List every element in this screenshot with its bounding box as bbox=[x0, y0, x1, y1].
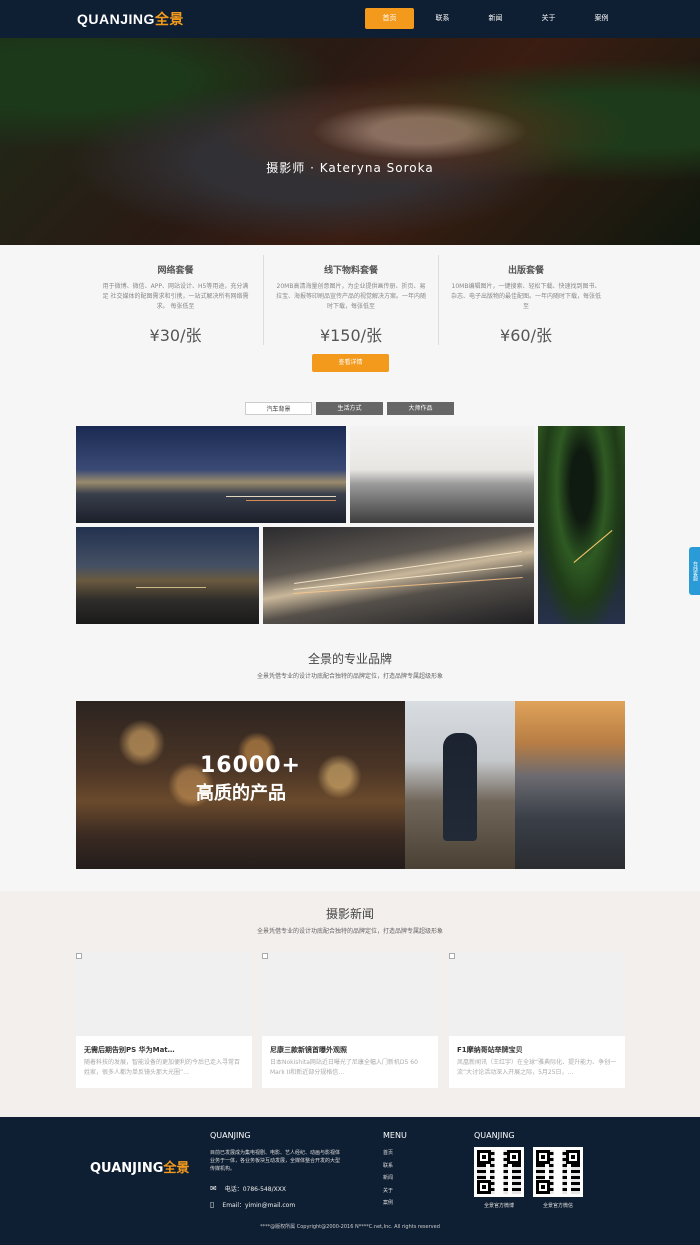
package-card: 出版套餐 10MB编辑图片，一键搜索、轻松下载、快速找到图书、杂志、电子出版物的… bbox=[438, 255, 613, 345]
news-title[interactable]: 尼康三款新镜首曝外观照 bbox=[262, 1036, 438, 1055]
footer-menu-home[interactable]: 首页 bbox=[383, 1147, 393, 1160]
broken-image-icon bbox=[449, 953, 455, 959]
news-section-subtitle: 全景凭借专业的设计功底配合独特的品牌定位，打造品牌专属超级形象 bbox=[256, 928, 443, 935]
news-excerpt: 日本Nokishita网站近日曝光了尼康全幅入门新机D5 60 Mark II和… bbox=[270, 1059, 418, 1076]
news-title[interactable]: F1摩纳哥站举牌宝贝 bbox=[449, 1036, 625, 1055]
package-card: 网络套餐 用于微博、微信、APP、网站设计、H5等用途，充分满足 社交媒体的配图… bbox=[88, 255, 263, 345]
brand-photo-photographer bbox=[405, 701, 515, 869]
nav-item-home[interactable]: 首页 bbox=[365, 8, 414, 29]
footer-menu-contact[interactable]: 联系 bbox=[383, 1160, 393, 1173]
wechat-qr-caption: 全景官方微信 bbox=[542, 1203, 573, 1209]
footer-menu: 首页 联系 新闻 关于 案例 bbox=[383, 1147, 393, 1210]
package-price: ¥150/张 bbox=[319, 326, 383, 345]
brand-photo-landscape bbox=[515, 701, 625, 869]
footer-about-heading: QUANJING bbox=[210, 1131, 251, 1140]
news-section: 摄影新闻 全景凭借专业的设计功底配合独特的品牌定位，打造品牌专属超级形象 无需后… bbox=[0, 891, 700, 1117]
gallery-photo-light-trails[interactable] bbox=[263, 527, 534, 624]
footer-menu-cases[interactable]: 案例 bbox=[383, 1197, 393, 1210]
mail-icon: ✉ bbox=[210, 1184, 217, 1193]
tab-lifestyle[interactable]: 生活方式 bbox=[316, 402, 383, 415]
online-service-tab[interactable]: 在线客服 bbox=[689, 547, 700, 595]
weibo-qr-caption: 全景官方微博 bbox=[483, 1203, 514, 1209]
phone-text: 电话：0786-548/XXX bbox=[224, 1186, 286, 1193]
news-excerpt: 随着科技的发展，智能设备的更加便利的今后已走入寻常百姓家，很多人都为单反镜头那大… bbox=[84, 1059, 241, 1076]
news-title[interactable]: 无需后期告别PS 华为Mat… bbox=[76, 1036, 252, 1055]
footer-menu-news[interactable]: 新闻 bbox=[383, 1172, 393, 1185]
gallery-photo-tunnel[interactable] bbox=[538, 426, 625, 624]
logo-text: QUANJING bbox=[77, 11, 155, 27]
footer-qr-heading: QUANJING bbox=[474, 1131, 515, 1140]
footer-logo-cn-text: 全景 bbox=[163, 1161, 190, 1176]
tab-car-background[interactable]: 汽车背景 bbox=[245, 402, 312, 415]
news-image bbox=[449, 952, 625, 1036]
email-text[interactable]: Email：yimin@mail.com bbox=[222, 1200, 295, 1209]
footer-logo-text: QUANJING bbox=[90, 1161, 164, 1176]
logo-cn-text: 全景 bbox=[154, 11, 184, 27]
product-count-label: 高质的产品 bbox=[196, 783, 286, 804]
footer-about-text: 目前已发展成为集电视剧、电影、艺人经纪、动画与影视体业务于一体，各业务板块互动发… bbox=[210, 1150, 341, 1172]
news-image bbox=[76, 952, 252, 1036]
site-footer: QUANJING全景 QUANJING 目前已发展成为集电视剧、电影、艺人经纪、… bbox=[0, 1117, 700, 1245]
package-description: 10MB编辑图片，一键搜索、轻松下载、快速找到图书、杂志、电子出版物的最佳配图。… bbox=[451, 283, 602, 310]
footer-phone: ✉ 电话：0786-548/XXX bbox=[210, 1184, 286, 1193]
gallery-tabs: 汽车背景 生活方式 大师作品 bbox=[245, 402, 458, 415]
package-title: 出版套餐 bbox=[507, 266, 544, 276]
nav-item-cases[interactable]: 案例 bbox=[577, 8, 626, 29]
news-card[interactable]: 尼康三款新镜首曝外观照 日本Nokishita网站近日曝光了尼康全幅入门新机D5… bbox=[262, 952, 438, 1088]
brand-showcase: 16000+ 高质的产品 bbox=[76, 701, 625, 869]
brand-photo-night-street: 16000+ 高质的产品 bbox=[76, 701, 405, 869]
package-card: 线下物料套餐 20MB高清海量创意图片，为企业提供画传册、折页、易拉宝、海报等印… bbox=[263, 255, 438, 345]
news-card[interactable]: F1摩纳哥站举牌宝贝 凤凰新闻讯（王红宇）在全球“雅典际化、提升能力、争创一流”… bbox=[449, 952, 625, 1088]
photo-gallery bbox=[76, 426, 625, 624]
gallery-photo-bridge[interactable] bbox=[350, 426, 534, 523]
hero-caption: 摄影师 · Kateryna Soroka bbox=[266, 161, 434, 175]
tab-master-works[interactable]: 大师作品 bbox=[387, 402, 454, 415]
package-price: ¥60/张 bbox=[500, 326, 552, 345]
brand-section-subtitle: 全景凭借专业的设计功底配合独特的品牌定位，打造品牌专属超级形象 bbox=[256, 673, 443, 680]
news-image bbox=[262, 952, 438, 1036]
package-title: 线下物料套餐 bbox=[323, 266, 378, 276]
package-list: 网络套餐 用于微博、微信、APP、网站设计、H5等用途，充分满足 社交媒体的配图… bbox=[88, 255, 614, 345]
footer-email: ▯ Email：yimin@mail.com bbox=[210, 1200, 295, 1209]
gallery-photo-city-night[interactable] bbox=[76, 426, 346, 523]
copyright-text: ****@版权所属 Copyright@2000-2016 N****C.net… bbox=[260, 1224, 440, 1230]
main-nav: 首页 联系 新闻 关于 案例 bbox=[365, 8, 630, 29]
news-excerpt: 凤凰新闻讯（王红宇）在全球“雅典际化、提升能力、争创一流”大讨论活动深入开展之际… bbox=[457, 1059, 617, 1076]
top-header: QUANJING全景 首页 联系 新闻 关于 案例 bbox=[0, 0, 700, 38]
product-count: 16000+ bbox=[200, 753, 301, 778]
package-price: ¥30/张 bbox=[149, 326, 202, 345]
weibo-qr-code bbox=[474, 1147, 524, 1197]
broken-image-icon bbox=[262, 953, 268, 959]
news-card[interactable]: 无需后期告别PS 华为Mat… 随着科技的发展，智能设备的更加便利的今后已走入寻… bbox=[76, 952, 252, 1088]
phone-icon: ▯ bbox=[210, 1200, 215, 1209]
footer-menu-heading: MENU bbox=[383, 1131, 407, 1140]
view-details-button[interactable]: 查看详情 bbox=[312, 354, 389, 372]
wechat-qr-code bbox=[533, 1147, 583, 1197]
hero-banner: 摄影师 · Kateryna Soroka bbox=[0, 38, 700, 245]
footer-logo[interactable]: QUANJING全景 bbox=[90, 1157, 189, 1176]
package-description: 20MB高清海量创意图片，为企业提供画传册、折页、易拉宝、海报等印刷品宣传产品的… bbox=[276, 283, 427, 310]
site-logo[interactable]: QUANJING全景 bbox=[77, 9, 184, 29]
news-section-title: 摄影新闻 bbox=[325, 907, 374, 921]
footer-menu-about[interactable]: 关于 bbox=[383, 1185, 393, 1198]
brand-section-title: 全景的专业品牌 bbox=[307, 652, 392, 666]
package-description: 用于微博、微信、APP、网站设计、H5等用途，充分满足 社交媒体的配图需求和引携… bbox=[102, 283, 249, 310]
gallery-photo-highway[interactable] bbox=[76, 527, 259, 624]
package-title: 网络套餐 bbox=[157, 266, 194, 276]
nav-item-news[interactable]: 新闻 bbox=[471, 8, 520, 29]
nav-item-contact[interactable]: 联系 bbox=[418, 8, 467, 29]
photographer-figure bbox=[443, 733, 477, 841]
broken-image-icon bbox=[76, 953, 82, 959]
nav-item-about[interactable]: 关于 bbox=[524, 8, 573, 29]
